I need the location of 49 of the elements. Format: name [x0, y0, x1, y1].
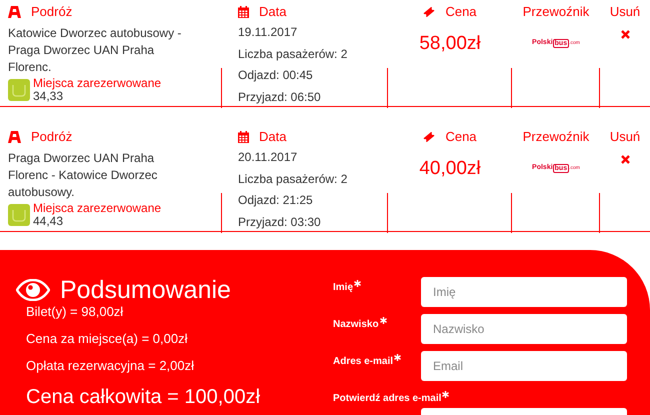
price-text: 40,00zł	[419, 157, 481, 181]
column-header: Usuń	[610, 4, 640, 20]
date-text: 19.11.2017	[238, 24, 298, 41]
passengers-text: Liczba pasażerów: 2	[238, 170, 348, 188]
field-label: Imię	[333, 281, 354, 295]
bus-icon	[8, 131, 21, 143]
summary-line: Bilet(y) = 98,00zł	[26, 304, 124, 319]
summary-title: Podsumowanie	[60, 276, 231, 304]
date-text: 20.11.2017	[238, 149, 298, 166]
seats-label: Miejsca zarezerwowane	[33, 202, 162, 215]
column-header: Przewoźnik	[522, 4, 590, 20]
delete-button[interactable]	[620, 30, 630, 39]
summary-line: Cena za miejsce(a) = 0,00zł	[26, 331, 188, 346]
seats-label: Miejsca zarezerwowane	[33, 77, 162, 90]
column-header: Data	[259, 3, 286, 22]
arrival-text: Przyjazd: 03:30	[238, 214, 322, 230]
departure-text: Odjazd: 21:25	[238, 192, 314, 209]
column-header: Przewoźnik	[522, 129, 590, 145]
seats-value: 44,43	[33, 215, 64, 228]
column-header: Cena	[445, 128, 477, 146]
seat-icon	[8, 204, 30, 226]
arrival-text: Przyjazd: 06:50	[238, 88, 322, 106]
column-header: Cena	[445, 3, 477, 22]
seat-icon	[8, 79, 30, 101]
column-header: Podróż	[31, 3, 72, 22]
column-header: Podróż	[31, 128, 72, 146]
route-text: Katowice Dworzec autobusowy - Praga Dworzec UAN Praha Florenc.	[8, 25, 182, 76]
passengers-text: Liczba pasażerów: 2	[238, 46, 348, 62]
seats-value: 34,33	[33, 90, 64, 103]
column-header: Usuń	[610, 129, 640, 145]
field-label: Nazwisko	[333, 318, 379, 332]
total-price: Cena całkowita = 100,00zł	[26, 385, 262, 409]
field-label: Adres e-mail	[333, 355, 394, 369]
calendar-icon	[238, 131, 249, 143]
departure-text: Odjazd: 00:45	[238, 67, 314, 84]
delete-button[interactable]	[620, 155, 630, 164]
close-icon	[620, 155, 630, 164]
eye-icon	[16, 279, 50, 301]
text-field[interactable]: Email	[421, 351, 627, 381]
text-field[interactable]: Nazwisko	[421, 314, 627, 344]
price-text: 58,00zł	[419, 32, 481, 56]
text-field[interactable]: Imię	[421, 277, 627, 307]
column-header: Data	[259, 128, 286, 146]
route-text: Praga Dworzec UAN Praha Florenc - Katowice Dworzec autobusowy.	[8, 150, 158, 201]
bus-icon	[8, 6, 21, 18]
calendar-icon	[238, 6, 249, 18]
field-label: Potwierdź adres e-mail	[333, 392, 442, 406]
close-icon	[620, 30, 630, 39]
summary-line: Opłata rezerwacyjna = 2,00zł	[26, 358, 196, 373]
